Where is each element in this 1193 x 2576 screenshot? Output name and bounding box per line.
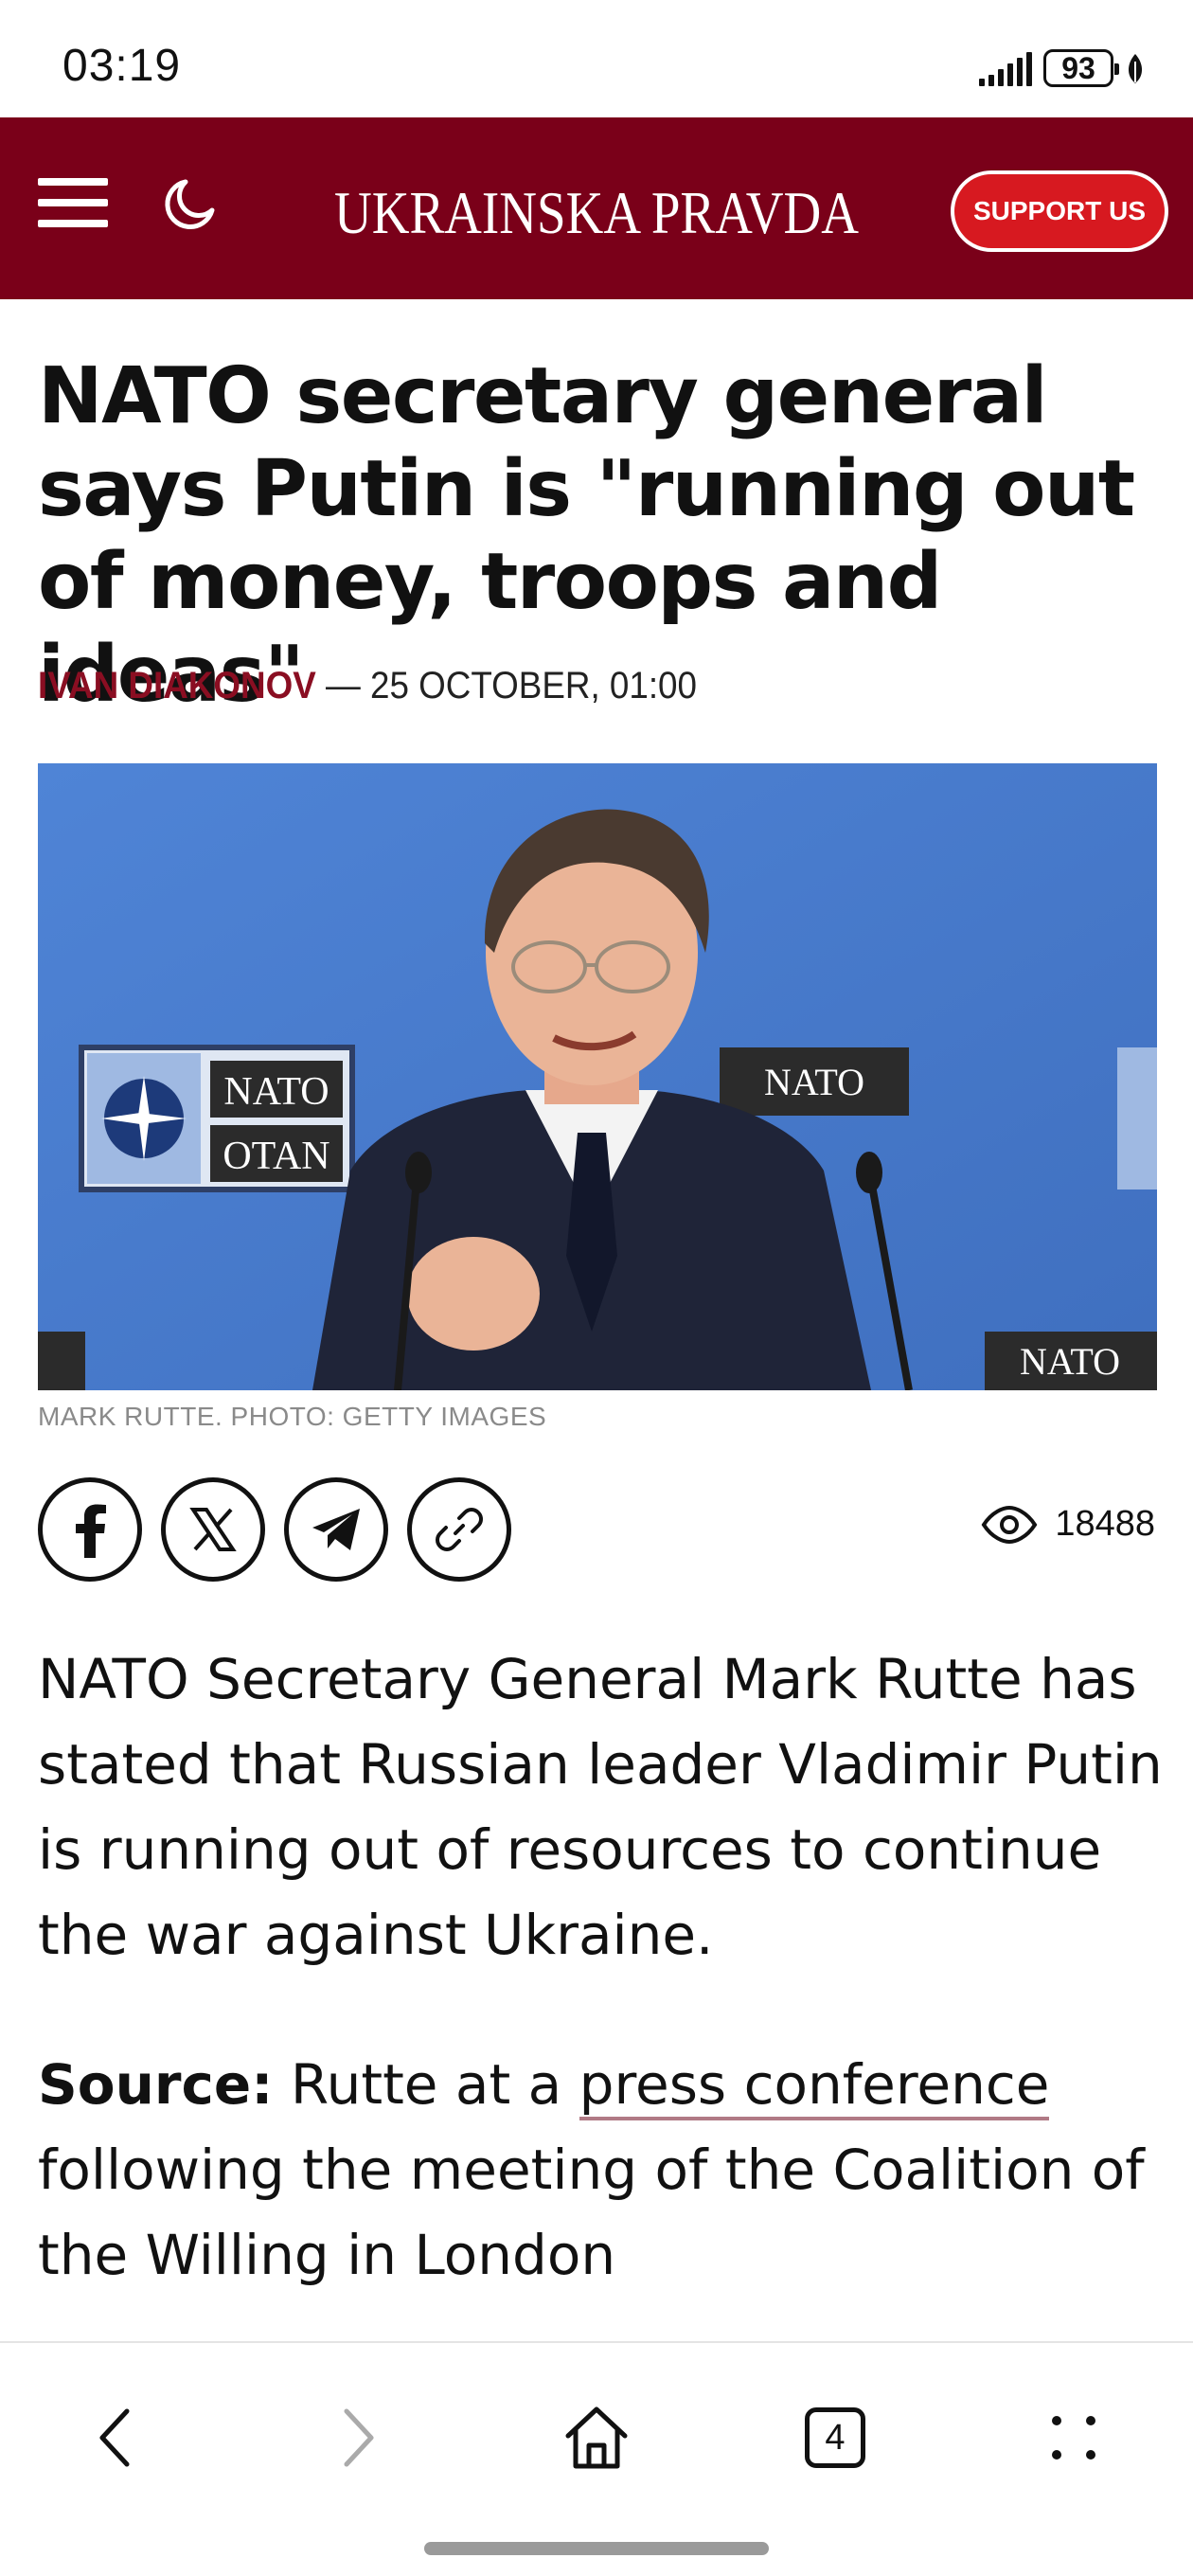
share-bar [38, 1477, 511, 1582]
facebook-icon [76, 1504, 106, 1558]
site-header: UKRAINSKA PRAVDA SUPPORT US [0, 117, 1193, 299]
copy-link-button[interactable] [407, 1477, 511, 1582]
battery-level: 93 [1061, 50, 1095, 85]
nato-sign-right-text: NATO [764, 1061, 864, 1103]
status-icons: 93 [979, 47, 1146, 89]
leaf-icon [1128, 54, 1143, 83]
source-suffix: following the meeting of the Coalition o… [38, 2138, 1145, 2287]
browser-bottom-nav: 4 [0, 2341, 1193, 2576]
link-icon [436, 1508, 483, 1551]
view-count: 18488 [981, 1504, 1155, 1545]
eye-icon [981, 1505, 1038, 1544]
home-button[interactable] [540, 2381, 653, 2495]
battery-icon: 93 [1043, 49, 1119, 87]
status-time: 03:19 [62, 41, 182, 91]
author-link[interactable]: IVAN DIAKONOV [38, 665, 316, 707]
forward-icon [344, 2408, 374, 2467]
date-separator: — [315, 665, 370, 707]
tab-count: 4 [825, 2417, 846, 2458]
back-button[interactable] [59, 2381, 172, 2495]
nato-sign-bottom-right-text: NATO [1020, 1340, 1120, 1383]
forward-button[interactable] [301, 2381, 415, 2495]
x-icon [189, 1508, 237, 1551]
byline: IVAN DIAKONOV — 25 OCTOBER, 01:00 [38, 665, 697, 707]
moon-icon[interactable] [161, 176, 218, 233]
source-prefix: Rutte at a [273, 2052, 579, 2117]
more-icon [1052, 2416, 1095, 2460]
tabs-icon: 4 [805, 2407, 865, 2468]
press-conference-link[interactable]: press conference [579, 2052, 1050, 2120]
status-bar: 03:19 93 [0, 0, 1193, 117]
menu-icon[interactable] [38, 178, 112, 239]
signal-icon [979, 50, 1032, 86]
article-paragraph: NATO Secretary General Mark Rutte has st… [38, 1647, 1163, 1967]
nato-sign-left-bottom-text: OTAN [223, 1135, 329, 1178]
photo-caption: MARK RUTTE. PHOTO: GETTY IMAGES [38, 1402, 547, 1431]
hero-photo-illustration: NATO OTAN NATO NATO [38, 763, 1157, 1390]
publish-date: 25 OCTOBER, 01:00 [369, 665, 697, 707]
home-icon [565, 2406, 628, 2469]
source-label: Source: [38, 2052, 274, 2117]
more-button[interactable] [1017, 2381, 1131, 2495]
home-indicator[interactable] [424, 2542, 769, 2555]
share-facebook-button[interactable] [38, 1477, 142, 1582]
tabs-button[interactable]: 4 [778, 2381, 892, 2495]
support-button[interactable]: SUPPORT US [951, 170, 1168, 252]
nato-sign-left: NATO OTAN [79, 1045, 355, 1192]
nato-sign-left-top-text: NATO [223, 1070, 329, 1114]
share-x-button[interactable] [161, 1477, 265, 1582]
back-icon [99, 2408, 130, 2467]
view-count-value: 18488 [1055, 1504, 1155, 1544]
share-telegram-button[interactable] [284, 1477, 388, 1582]
article-source: Source: Rutte at a press conference foll… [38, 2042, 1165, 2298]
telegram-icon [312, 1509, 360, 1550]
hero-photo: NATO OTAN NATO NATO [38, 763, 1157, 1390]
